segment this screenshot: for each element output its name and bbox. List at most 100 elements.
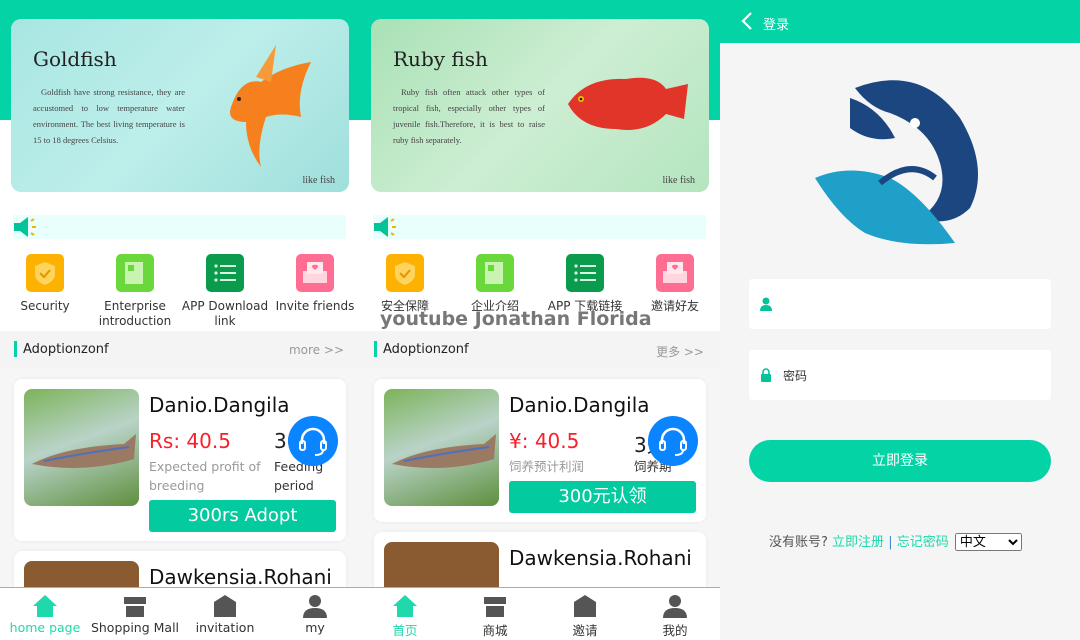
nav-home[interactable]: 首页 <box>360 588 450 640</box>
icon-label: Invite friends <box>275 299 355 313</box>
nav-label: 我的 <box>662 623 688 638</box>
notice-bar[interactable] <box>373 215 706 239</box>
icon-label: 邀请好友 <box>650 299 699 313</box>
product-name: Danio.Dangila <box>509 393 650 417</box>
section-title: Adoptionzonf <box>383 342 469 357</box>
more-link[interactable]: more >> <box>289 343 344 357</box>
home-icon <box>33 595 57 617</box>
customer-service-button[interactable] <box>288 416 338 466</box>
headset-icon <box>659 427 687 456</box>
login-title: 登录 <box>763 18 790 33</box>
icon-security[interactable]: Security <box>0 254 90 329</box>
product-card[interactable]: Dawkensia.Rohani <box>14 551 346 589</box>
username-input[interactable] <box>749 279 1051 329</box>
bottom-nav: home page Shopping Mall invitation my <box>0 587 360 640</box>
newspaper-icon <box>476 254 514 292</box>
section-title: Adoptionzonf <box>23 342 109 357</box>
back-arrow-icon[interactable] <box>740 11 754 31</box>
invitation-icon <box>656 254 694 292</box>
watermark: youtube Jonathan Florida <box>380 308 652 330</box>
store-icon <box>124 597 146 617</box>
envelope-icon <box>214 595 236 617</box>
invitation-icon <box>296 254 334 292</box>
icon-security[interactable]: 安全保障 <box>360 254 450 314</box>
newspaper-icon <box>116 254 154 292</box>
banner-text: Ruby fish often attack other types of tr… <box>393 87 545 145</box>
language-select[interactable]: 中文 <box>954 533 1022 551</box>
icon-invite[interactable]: Invite friends <box>270 254 360 329</box>
password-input[interactable]: 密码 <box>749 350 1051 400</box>
nav-label: invitation <box>195 620 255 635</box>
product-price: ¥: 40.5 <box>509 429 580 453</box>
icon-enterprise[interactable]: Enterprise introduction <box>90 254 180 329</box>
profit-label: Expected profit of breeding <box>149 459 261 493</box>
list-icon <box>206 254 244 292</box>
speaker-icon <box>374 217 396 237</box>
envelope-icon <box>574 595 596 617</box>
user-icon <box>663 595 687 618</box>
nav-label: Shopping Mall <box>90 620 180 635</box>
more-link[interactable]: 更多 >> <box>656 343 704 360</box>
fish-image <box>384 389 499 506</box>
fish-logo <box>815 80 978 245</box>
nav-my[interactable]: my <box>270 588 360 640</box>
fish-image <box>384 542 499 587</box>
product-name: Danio.Dangila <box>149 393 290 417</box>
banner-title: Goldfish <box>33 47 117 71</box>
banner-text: Goldfish have strong resistance, they ar… <box>33 87 185 145</box>
adopt-button[interactable]: 300rs Adopt <box>149 500 336 532</box>
register-link[interactable]: 立即注册 <box>832 535 884 550</box>
nav-label: home page <box>9 620 81 635</box>
nav-my[interactable]: 我的 <box>630 588 720 640</box>
speaker-icon <box>14 217 36 237</box>
product-card[interactable]: Dawkensia.Rohani <box>374 532 706 587</box>
icon-label: Security <box>20 299 70 313</box>
list-icon <box>566 254 604 292</box>
icon-label: APP Download link <box>181 299 269 328</box>
product-name: Dawkensia.Rohani <box>149 565 332 589</box>
product-price: Rs: 40.5 <box>149 429 231 453</box>
bottom-nav: 首页 商城 邀请 我的 <box>360 587 720 640</box>
home-icon <box>393 595 417 617</box>
no-account-text: 没有账号? <box>769 535 828 550</box>
banner-title: Ruby fish <box>393 47 488 71</box>
nav-mall[interactable]: Shopping Mall <box>90 588 180 640</box>
nav-invitation[interactable]: 邀请 <box>540 588 630 640</box>
banner-tag: like fish <box>662 175 696 186</box>
product-name: Dawkensia.Rohani <box>509 546 692 570</box>
ruby-fish-image <box>568 77 688 130</box>
login-header: 登录 <box>720 0 1080 43</box>
nav-label: 邀请 <box>572 623 598 638</box>
user-icon <box>303 595 327 618</box>
forgot-password-link[interactable]: 忘记密码 <box>897 535 949 550</box>
goldfish-image <box>230 45 311 167</box>
separator: | <box>888 535 893 550</box>
section-header: Adoptionzonf 更多 >> <box>360 331 720 369</box>
section-header: Adoptionzonf more >> <box>0 331 360 369</box>
nav-label: 首页 <box>392 623 418 638</box>
icon-label: Enterprise introduction <box>98 299 172 328</box>
login-panel: 登录 密码 立即登录 没有账号? 立即注册 | 忘记密码 中文 <box>720 0 1080 640</box>
banner-goldfish[interactable]: Goldfish Goldfish have strong resistance… <box>11 19 349 192</box>
login-button[interactable]: 立即登录 <box>749 440 1051 482</box>
banner-tag: like fish <box>302 175 336 186</box>
nav-home[interactable]: home page <box>0 588 90 640</box>
password-placeholder: 密码 <box>783 369 808 383</box>
icon-enterprise[interactable]: 企业介绍 <box>450 254 540 314</box>
icon-invite[interactable]: 邀请好友 <box>630 254 720 314</box>
home-panel-english: Goldfish Goldfish have strong resistance… <box>0 0 360 640</box>
notice-bar[interactable] <box>13 215 346 239</box>
nav-mall[interactable]: 商城 <box>450 588 540 640</box>
login-footer: 没有账号? 立即注册 | 忘记密码 中文 <box>769 531 1022 551</box>
fish-image <box>24 561 139 587</box>
profit-label: 饲养预计利润 <box>509 459 585 474</box>
adopt-button[interactable]: 300元认领 <box>509 481 696 513</box>
banner-ruby-fish[interactable]: Ruby fish Ruby fish often attack other t… <box>371 19 709 192</box>
nav-invitation[interactable]: invitation <box>180 588 270 640</box>
customer-service-button[interactable] <box>648 416 698 466</box>
nav-label: 商城 <box>482 623 508 638</box>
icon-app-download[interactable]: APP Download link <box>180 254 270 329</box>
shield-icon <box>26 254 64 292</box>
headset-icon <box>299 427 327 456</box>
icon-app-download[interactable]: APP 下载链接 <box>540 254 630 314</box>
